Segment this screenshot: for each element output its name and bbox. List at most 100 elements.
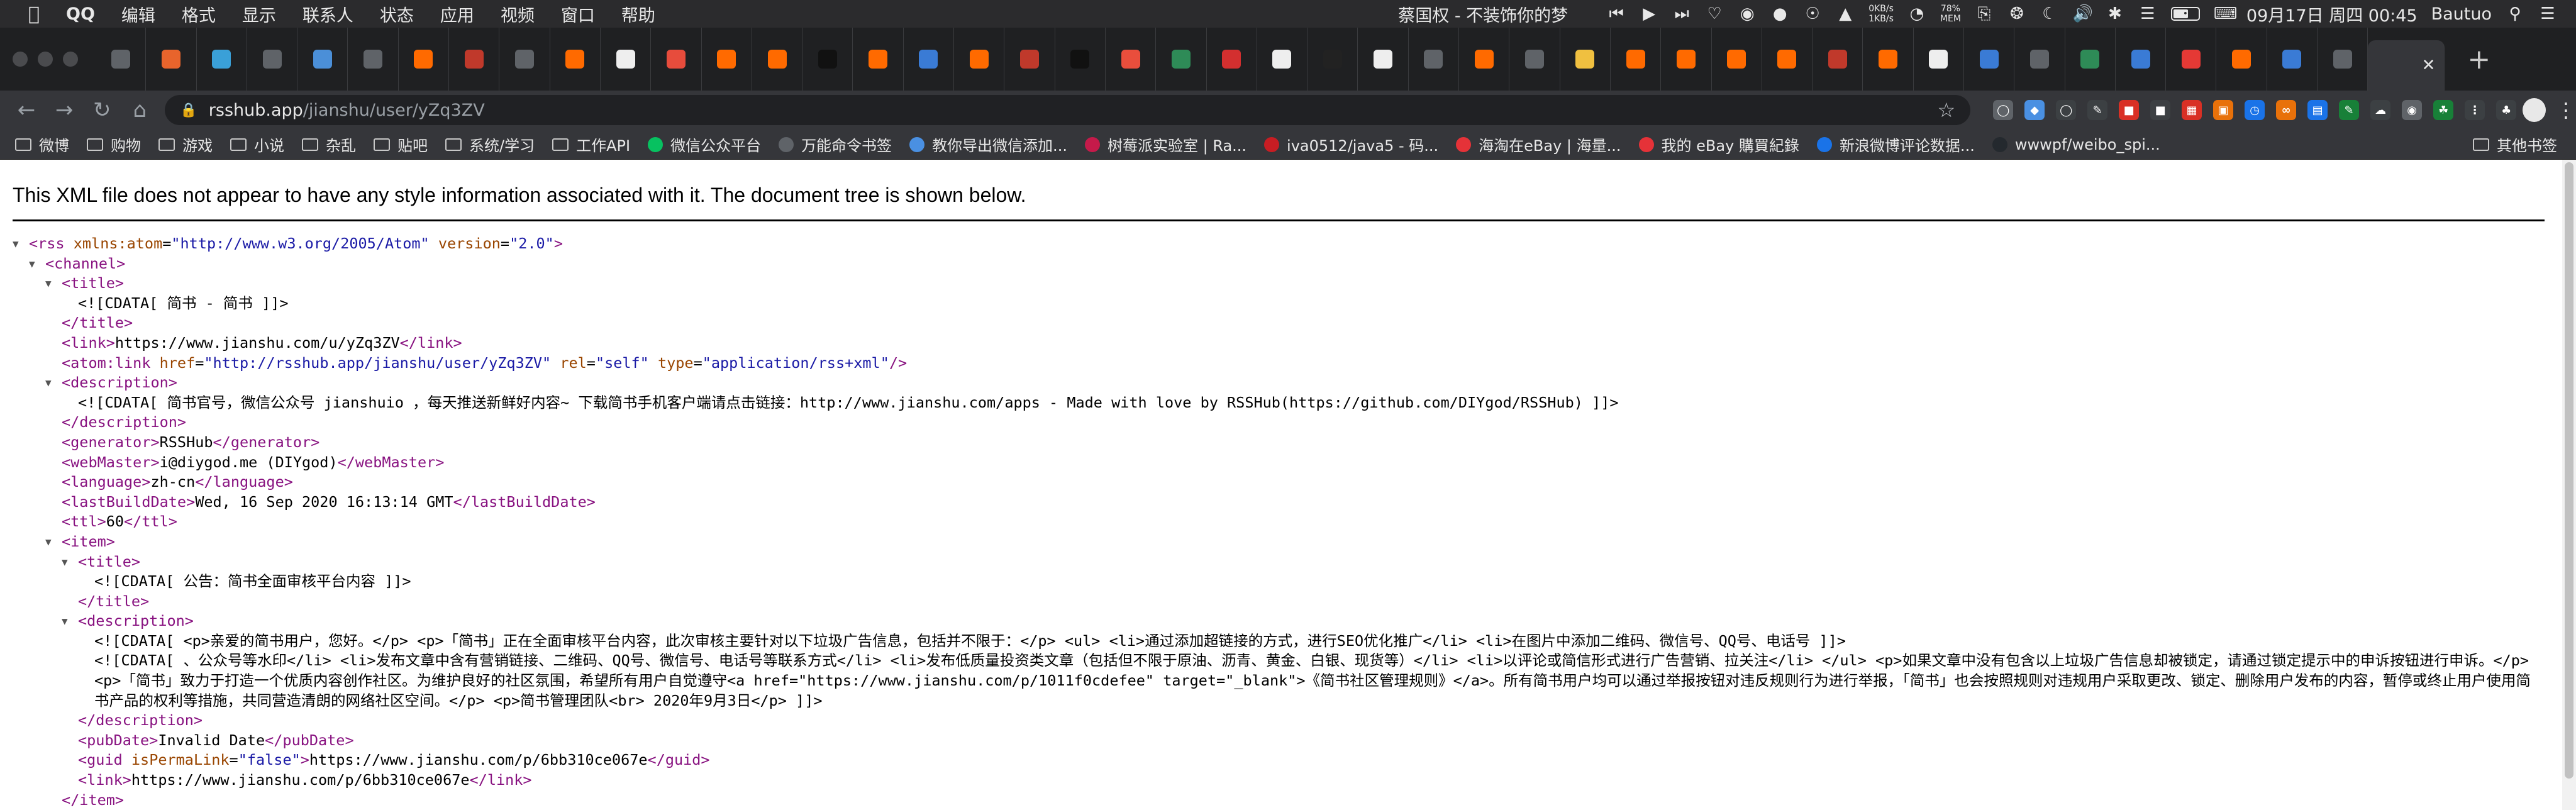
bookmark-item[interactable]: 教你导出微信添加... bbox=[909, 133, 1067, 155]
browser-tab[interactable] bbox=[1358, 28, 1409, 91]
now-playing-text[interactable]: 蔡国权 - 不装饰你的梦 bbox=[1398, 2, 1568, 26]
browser-tab[interactable] bbox=[449, 28, 500, 91]
netease-music-icon[interactable]: ◉ bbox=[1738, 4, 1757, 23]
browser-tab[interactable] bbox=[1712, 28, 1762, 91]
next-track-icon[interactable]: ⏭ bbox=[1672, 4, 1691, 24]
collapse-triangle-icon[interactable]: ▼ bbox=[62, 552, 78, 572]
memory-usage[interactable]: 78% MEM bbox=[1940, 4, 1961, 24]
bookmark-item[interactable]: 系统/学习 bbox=[445, 133, 535, 155]
browser-tab[interactable] bbox=[1964, 28, 2015, 91]
cloud-extension-icon[interactable]: ☁ bbox=[2370, 100, 2391, 120]
menubar-user[interactable]: Bautuo bbox=[2431, 4, 2492, 24]
dark-extension-icon[interactable]: ■ bbox=[2150, 100, 2171, 120]
browser-tab[interactable] bbox=[1156, 28, 1207, 91]
leaf-extension-icon[interactable]: ☘ bbox=[2433, 100, 2454, 120]
browser-tab[interactable] bbox=[1661, 28, 1712, 91]
menu-edit[interactable]: 编辑 bbox=[108, 2, 169, 26]
browser-tab[interactable] bbox=[1257, 28, 1308, 91]
bookmark-item[interactable]: 小说 bbox=[230, 133, 284, 155]
browser-tab[interactable] bbox=[247, 28, 298, 91]
browser-tab[interactable] bbox=[297, 28, 348, 91]
browser-tab[interactable] bbox=[802, 28, 853, 91]
bookmark-item[interactable]: 微博 bbox=[15, 133, 69, 155]
menu-video[interactable]: 视频 bbox=[487, 2, 548, 26]
menu-window[interactable]: 窗口 bbox=[548, 2, 608, 26]
bookmark-item[interactable]: 杂乱 bbox=[302, 133, 356, 155]
browser-tab[interactable] bbox=[2216, 28, 2267, 91]
menu-app-name[interactable]: QQ bbox=[53, 4, 108, 24]
maximize-window-button[interactable] bbox=[63, 52, 78, 67]
browser-tab[interactable] bbox=[2014, 28, 2065, 91]
lock-icon[interactable]: 🔒 bbox=[180, 103, 197, 118]
browser-tab[interactable] bbox=[752, 28, 803, 91]
bookmark-item[interactable]: wwwpf/weibo_spi... bbox=[1992, 136, 2160, 153]
bookmark-item[interactable]: 新浪微博评论数据... bbox=[1816, 133, 1975, 155]
browser-tab[interactable] bbox=[702, 28, 752, 91]
input-source-icon[interactable]: ⌨ bbox=[2214, 4, 2238, 23]
vertical-scrollbar[interactable] bbox=[2562, 160, 2576, 810]
reload-icon[interactable]: ↻ bbox=[83, 97, 121, 123]
browser-tab[interactable] bbox=[2065, 28, 2116, 91]
menu-apps[interactable]: 应用 bbox=[427, 2, 487, 26]
infinity-extension-icon[interactable]: ∞ bbox=[2276, 100, 2297, 120]
browser-tab[interactable] bbox=[146, 28, 197, 91]
ublock-extension-icon[interactable]: ■ bbox=[2119, 100, 2140, 120]
menubar-datetime[interactable]: 09月17日 周四 00:45 bbox=[2246, 2, 2418, 26]
menu-status[interactable]: 状态 bbox=[367, 2, 427, 26]
bookmark-item[interactable]: 海淘在eBay | 海量... bbox=[1456, 133, 1621, 155]
menu-format[interactable]: 格式 bbox=[169, 2, 229, 26]
collapse-triangle-icon[interactable]: ▼ bbox=[45, 373, 62, 393]
bookmark-item[interactable]: iva0512/java5 - 码... bbox=[1264, 133, 1438, 155]
browser-tab[interactable] bbox=[1459, 28, 1510, 91]
browser-tab[interactable] bbox=[1914, 28, 1964, 91]
menu-view[interactable]: 显示 bbox=[229, 2, 289, 26]
browser-tab[interactable] bbox=[1863, 28, 1914, 91]
clock-extension-icon[interactable]: ◷ bbox=[2245, 100, 2265, 120]
chrome-menu-icon[interactable]: ⋮ bbox=[2556, 98, 2576, 122]
browser-tab[interactable] bbox=[954, 28, 1005, 91]
wechat-icon[interactable]: ☉ bbox=[1803, 4, 1822, 23]
browser-tab[interactable] bbox=[96, 28, 147, 91]
checker-extension-icon[interactable]: ▣ bbox=[2213, 100, 2234, 120]
scrollbar-thumb[interactable] bbox=[2565, 162, 2573, 779]
bookmark-item[interactable]: 购物 bbox=[87, 133, 141, 155]
globe-extension-icon[interactable]: ◉ bbox=[2402, 100, 2423, 120]
close-window-button[interactable] bbox=[13, 52, 28, 67]
browser-tab[interactable] bbox=[1509, 28, 1560, 91]
browser-tab[interactable] bbox=[1813, 28, 1863, 91]
browser-tab[interactable] bbox=[499, 28, 550, 91]
bookmark-item[interactable]: 我的 eBay 購買紀錄 bbox=[1638, 133, 1799, 155]
browser-tab[interactable] bbox=[1307, 28, 1358, 91]
bookmark-item[interactable]: 贴吧 bbox=[374, 133, 428, 155]
bookmark-item[interactable]: 微信公众平台 bbox=[648, 133, 761, 155]
pen-extension-icon[interactable]: ✎ bbox=[2339, 100, 2360, 120]
browser-tab[interactable] bbox=[197, 28, 247, 91]
keyboard-icon[interactable]: ⎘ bbox=[1975, 4, 1994, 24]
browser-tab[interactable] bbox=[2267, 28, 2318, 91]
translate-extension-icon[interactable]: ✎ bbox=[2087, 100, 2108, 120]
cpu-gauge-icon[interactable]: ◔ bbox=[1907, 4, 1926, 23]
menu-help[interactable]: 帮助 bbox=[608, 2, 669, 26]
play-icon[interactable]: ▶ bbox=[1640, 4, 1658, 23]
browser-tab[interactable] bbox=[651, 28, 702, 91]
browser-tab[interactable] bbox=[1762, 28, 1813, 91]
volume-icon[interactable]: 🔊 bbox=[2073, 4, 2093, 23]
collapse-triangle-icon[interactable]: ▼ bbox=[62, 611, 78, 631]
address-bar[interactable]: 🔒 rsshub.app/jianshu/user/yZq3ZV ☆ bbox=[165, 95, 1971, 125]
close-tab-icon[interactable]: ✕ bbox=[2422, 56, 2436, 75]
diamond-extension-icon[interactable]: ◆ bbox=[2024, 100, 2045, 120]
bluetooth-icon[interactable]: ✱ bbox=[2106, 4, 2124, 23]
qq-penguin-icon[interactable]: ● bbox=[1770, 4, 1789, 23]
grid-extension-icon[interactable]: ▦ bbox=[2182, 100, 2202, 120]
bookmark-star-icon[interactable]: ☆ bbox=[1937, 98, 1955, 122]
battery-icon[interactable]: • bbox=[2170, 7, 2200, 21]
wifi-icon[interactable]: ☰ bbox=[2138, 4, 2157, 23]
browser-tab[interactable] bbox=[1055, 28, 1106, 91]
profile-avatar[interactable] bbox=[2523, 98, 2546, 122]
bell-icon[interactable]: ▲ bbox=[1836, 4, 1855, 23]
bookmark-item[interactable]: 游戏 bbox=[158, 133, 213, 155]
bookmark-item[interactable]: 工作API bbox=[552, 133, 630, 155]
minimize-window-button[interactable] bbox=[38, 52, 53, 67]
back-arrow-icon[interactable]: ← bbox=[8, 97, 45, 123]
browser-tab[interactable] bbox=[2318, 28, 2368, 91]
